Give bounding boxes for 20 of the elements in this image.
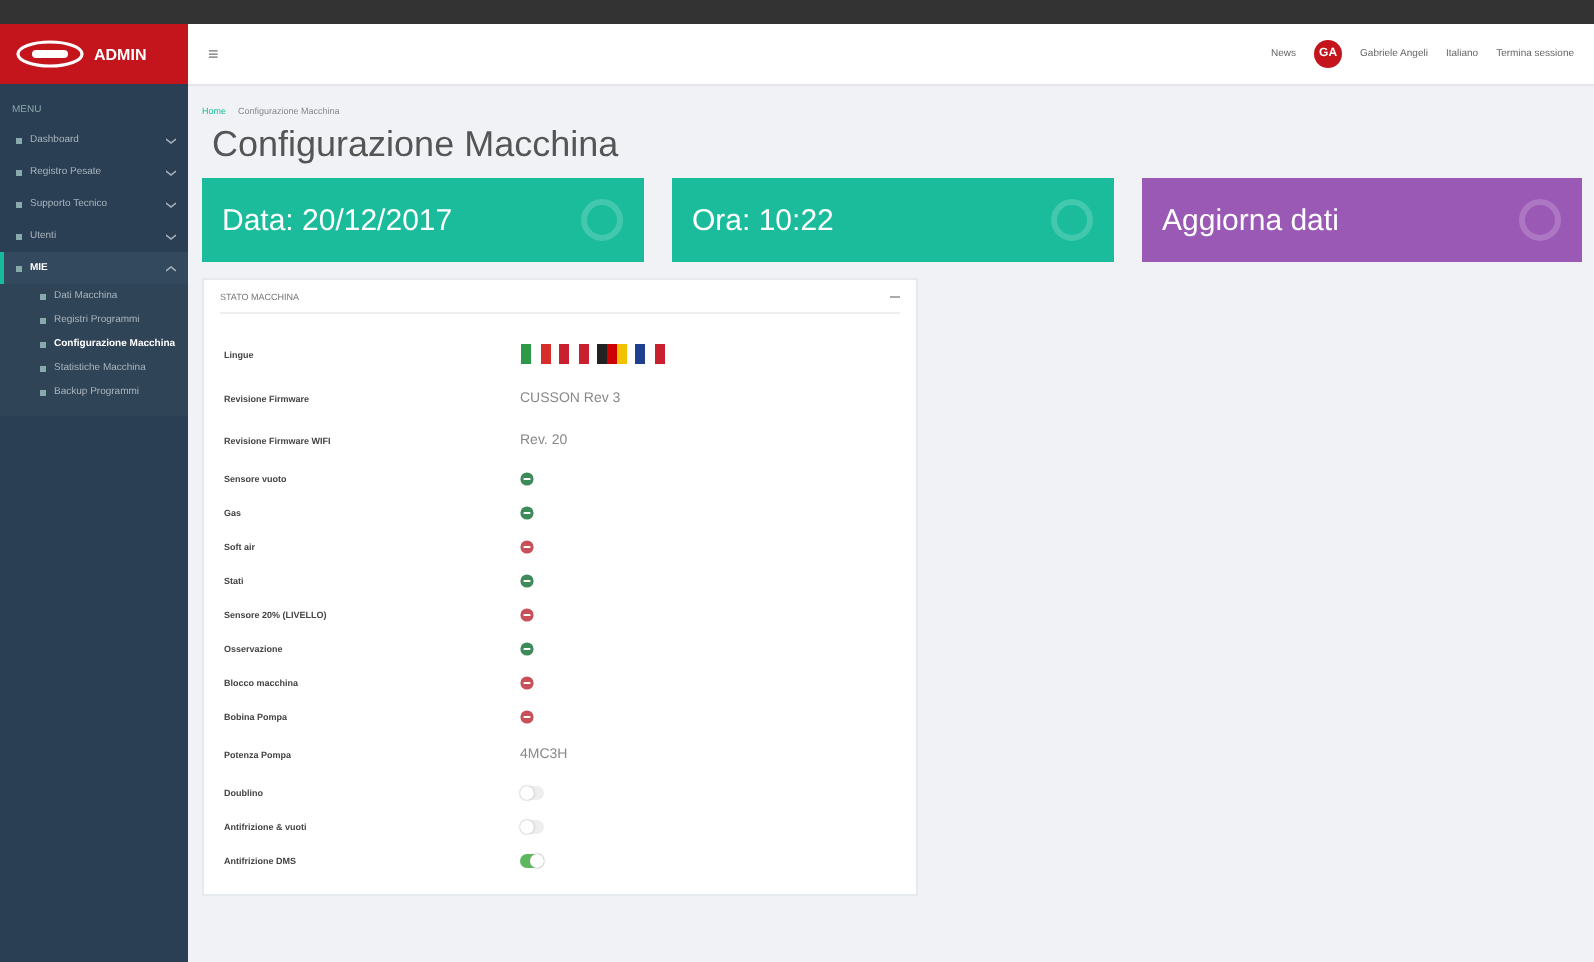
- info-card: Ora: 10:22: [672, 178, 1114, 262]
- card-icon: [1050, 198, 1094, 242]
- flag-icon[interactable]: [596, 344, 628, 364]
- toggle-switch[interactable]: [520, 786, 544, 800]
- collapse-icon[interactable]: [166, 265, 176, 271]
- collapse-icon[interactable]: [166, 137, 176, 143]
- collapse-icon[interactable]: [166, 201, 176, 207]
- brand-name: ADMIN: [94, 45, 147, 63]
- toggle-switch[interactable]: [520, 854, 544, 868]
- info-card: Data: 20/12/2017: [202, 178, 644, 262]
- menu-icon[interactable]: ≡: [208, 44, 219, 64]
- card-icon: [580, 198, 624, 242]
- flag-icon[interactable]: [634, 344, 666, 364]
- logo-icon: [16, 40, 84, 68]
- page-title: Configurazione Macchina: [212, 124, 621, 166]
- info-card[interactable]: Aggiorna dati: [1142, 178, 1582, 262]
- toggle-switch[interactable]: [520, 820, 544, 834]
- collapse-icon[interactable]: [166, 233, 176, 239]
- collapse-icon[interactable]: [166, 169, 176, 175]
- card-icon: [1518, 198, 1562, 242]
